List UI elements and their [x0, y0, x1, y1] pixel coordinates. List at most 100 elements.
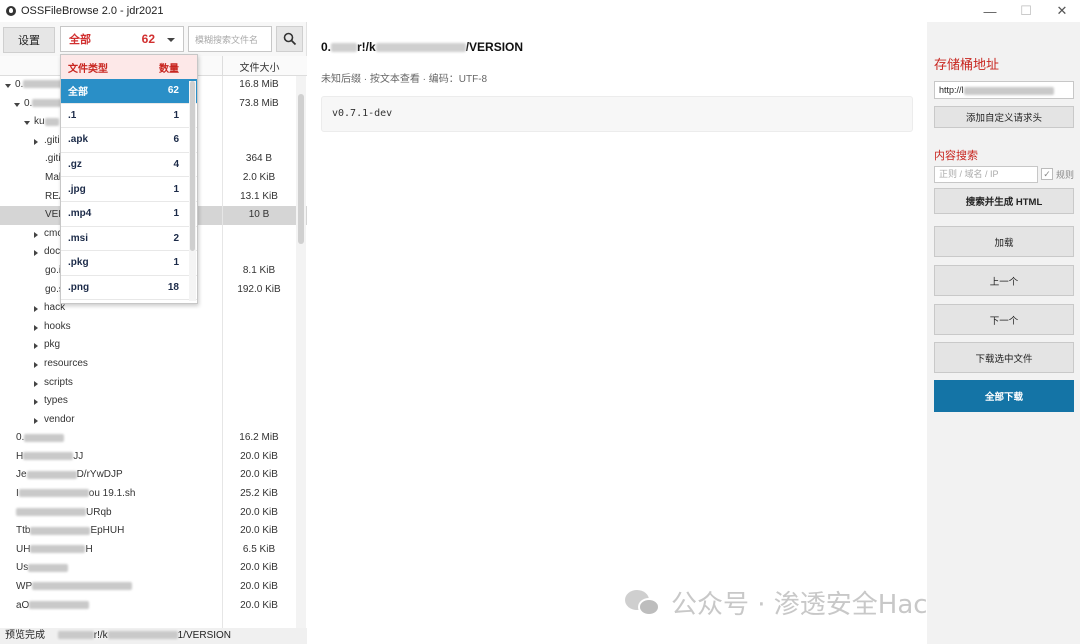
- tree-scrollbar[interactable]: [296, 76, 306, 628]
- tree-row[interactable]: resources: [0, 355, 307, 374]
- tree-row-size: 73.8 MiB: [239, 97, 279, 109]
- tree-row[interactable]: Us 20.0 KiB: [0, 559, 307, 578]
- status-path-tail: 1/VERSION: [177, 630, 232, 641]
- dropdown-scrollbar[interactable]: [189, 81, 196, 301]
- download-selected-button[interactable]: 下载选中文件: [934, 342, 1074, 373]
- tree-row-name: 0.: [16, 429, 65, 448]
- preview-meta: 未知后缀 · 按文本查看 · 编码：UTF-8: [321, 74, 488, 85]
- expanded-arrow-icon[interactable]: [5, 84, 11, 88]
- redacted-text: [107, 631, 178, 640]
- tree-row[interactable]: pkg: [0, 336, 307, 355]
- redacted-text: [963, 86, 1054, 95]
- dropdown-option-count: 1: [173, 257, 179, 269]
- tree-row[interactable]: aO 20.0 KiB: [0, 597, 307, 616]
- tree-row-label: doc: [44, 246, 61, 258]
- dropdown-option-count: 18: [167, 282, 179, 294]
- scroll-thumb[interactable]: [298, 94, 304, 244]
- search-generate-html-button[interactable]: 搜索并生成 HTML: [934, 188, 1074, 214]
- close-button[interactable]: ✕: [1044, 0, 1080, 22]
- previous-button[interactable]: 上一个: [934, 265, 1074, 296]
- tree-row-label: types: [44, 395, 68, 407]
- path-tail: /VERSION: [465, 40, 524, 54]
- tree-row[interactable]: Je D/rYwDJP 20.0 KiB: [0, 466, 307, 485]
- expanded-arrow-icon[interactable]: [24, 121, 30, 126]
- tree-row[interactable]: 0. 16.2 MiB: [0, 429, 307, 448]
- dropdown-option[interactable]: .gz 4: [61, 153, 197, 178]
- add-header-button[interactable]: 添加自定义请求头: [934, 106, 1074, 128]
- tree-row-label: vendor: [44, 413, 75, 425]
- tree-row-name: types: [44, 392, 68, 411]
- dropdown-option[interactable]: .apk 6: [61, 128, 197, 153]
- tree-row[interactable]: Ttb EpHUH 20.0 KiB: [0, 522, 307, 541]
- dropdown-option-type: .apk: [68, 134, 89, 146]
- collapsed-arrow-icon[interactable]: [34, 361, 38, 368]
- tree-row-name: Ttb EpHUH: [16, 522, 124, 541]
- dropdown-option[interactable]: .jpg 1: [61, 177, 197, 202]
- collapsed-arrow-icon[interactable]: [34, 324, 38, 331]
- tree-row-name: pkg: [44, 336, 60, 355]
- tree-row-name: ku: [34, 113, 59, 132]
- next-button[interactable]: 下一个: [934, 304, 1074, 335]
- collapsed-arrow-icon[interactable]: [34, 138, 38, 145]
- dropdown-scroll-thumb[interactable]: [190, 81, 195, 251]
- size-column-header[interactable]: 文件大小: [222, 56, 296, 76]
- tree-row-size: 8.1 KiB: [242, 264, 276, 276]
- window-controls: — ☐ ✕: [972, 0, 1080, 22]
- status-bar: 预览完成 r!/k 1/VERSION: [0, 628, 307, 644]
- tree-row[interactable]: H JJ 20.0 KiB: [0, 448, 307, 467]
- search-button[interactable]: [276, 26, 303, 52]
- dropdown-option-count: 1: [173, 208, 179, 220]
- tree-row[interactable]: URqb 20.0 KiB: [0, 504, 307, 523]
- collapsed-arrow-icon[interactable]: [34, 380, 38, 387]
- collapsed-arrow-icon[interactable]: [34, 231, 38, 238]
- dropdown-option[interactable]: .png 18: [61, 276, 197, 301]
- tree-row[interactable]: hooks: [0, 318, 307, 337]
- minimize-button[interactable]: —: [972, 0, 1008, 22]
- tree-row-label: H: [16, 450, 24, 462]
- tree-row-name: Mal: [45, 169, 61, 188]
- load-button[interactable]: 加载: [934, 226, 1074, 257]
- dropdown-option-type: .msi: [68, 232, 89, 244]
- collapsed-arrow-icon[interactable]: [34, 399, 38, 406]
- tree-row-name: Us: [16, 559, 69, 578]
- regex-checkbox[interactable]: ✓: [1041, 168, 1053, 180]
- tree-row-name: scripts: [44, 374, 73, 393]
- tree-row[interactable]: types: [0, 392, 307, 411]
- bucket-address-title: 存储桶地址: [934, 57, 1000, 72]
- dropdown-option[interactable]: .mp4 1: [61, 202, 197, 227]
- bucket-url-input[interactable]: http://l: [934, 81, 1074, 99]
- dropdown-option[interactable]: .msi 2: [61, 227, 197, 252]
- title-bar: OSSFileBrowse 2.0 - jdr2021 — ☐ ✕: [0, 0, 1080, 22]
- preview-content[interactable]: v0.7.1-dev: [321, 96, 913, 132]
- dropdown-option[interactable]: .pkg 1: [61, 251, 197, 276]
- collapsed-arrow-icon[interactable]: [34, 343, 38, 350]
- redacted-text: [28, 563, 69, 572]
- tree-row[interactable]: UH H 6.5 KiB: [0, 541, 307, 560]
- dropdown-option[interactable]: 全部 62: [61, 79, 197, 104]
- download-all-button[interactable]: 全部下载: [934, 380, 1074, 412]
- dropdown-option[interactable]: .1 1: [61, 104, 197, 129]
- tree-row-label: .giti: [44, 134, 60, 146]
- tree-row[interactable]: WP 20.0 KiB: [0, 578, 307, 597]
- dropdown-option-type: .mp4: [68, 208, 92, 220]
- collapsed-arrow-icon[interactable]: [34, 417, 38, 424]
- content-search-input[interactable]: 正则 / 域名 / IP: [934, 166, 1038, 183]
- dropdown-option-type: .1: [68, 109, 77, 121]
- dropdown-option-type: 全部: [68, 87, 88, 99]
- tree-row[interactable]: vendor: [0, 411, 307, 430]
- settings-button[interactable]: 设置: [3, 27, 55, 53]
- collapsed-arrow-icon[interactable]: [34, 250, 38, 257]
- tree-row[interactable]: scripts: [0, 374, 307, 393]
- collapsed-arrow-icon[interactable]: [34, 306, 38, 313]
- filename-search-input[interactable]: 模糊搜索文件名: [188, 26, 272, 52]
- tree-row-size: 25.2 KiB: [240, 488, 278, 500]
- tree-row[interactable]: Iou 19.1.sh 25.2 KiB: [0, 485, 307, 504]
- tree-row-label: ku: [34, 116, 45, 128]
- maximize-button[interactable]: ☐: [1008, 0, 1044, 22]
- tree-row-label: go.i: [45, 264, 62, 276]
- tree-row-name: doc: [44, 243, 60, 262]
- redacted-text: [32, 98, 63, 107]
- expanded-arrow-icon[interactable]: [14, 102, 20, 107]
- file-type-select[interactable]: 全部 62: [60, 26, 184, 52]
- tree-row-label: 0.: [15, 79, 24, 90]
